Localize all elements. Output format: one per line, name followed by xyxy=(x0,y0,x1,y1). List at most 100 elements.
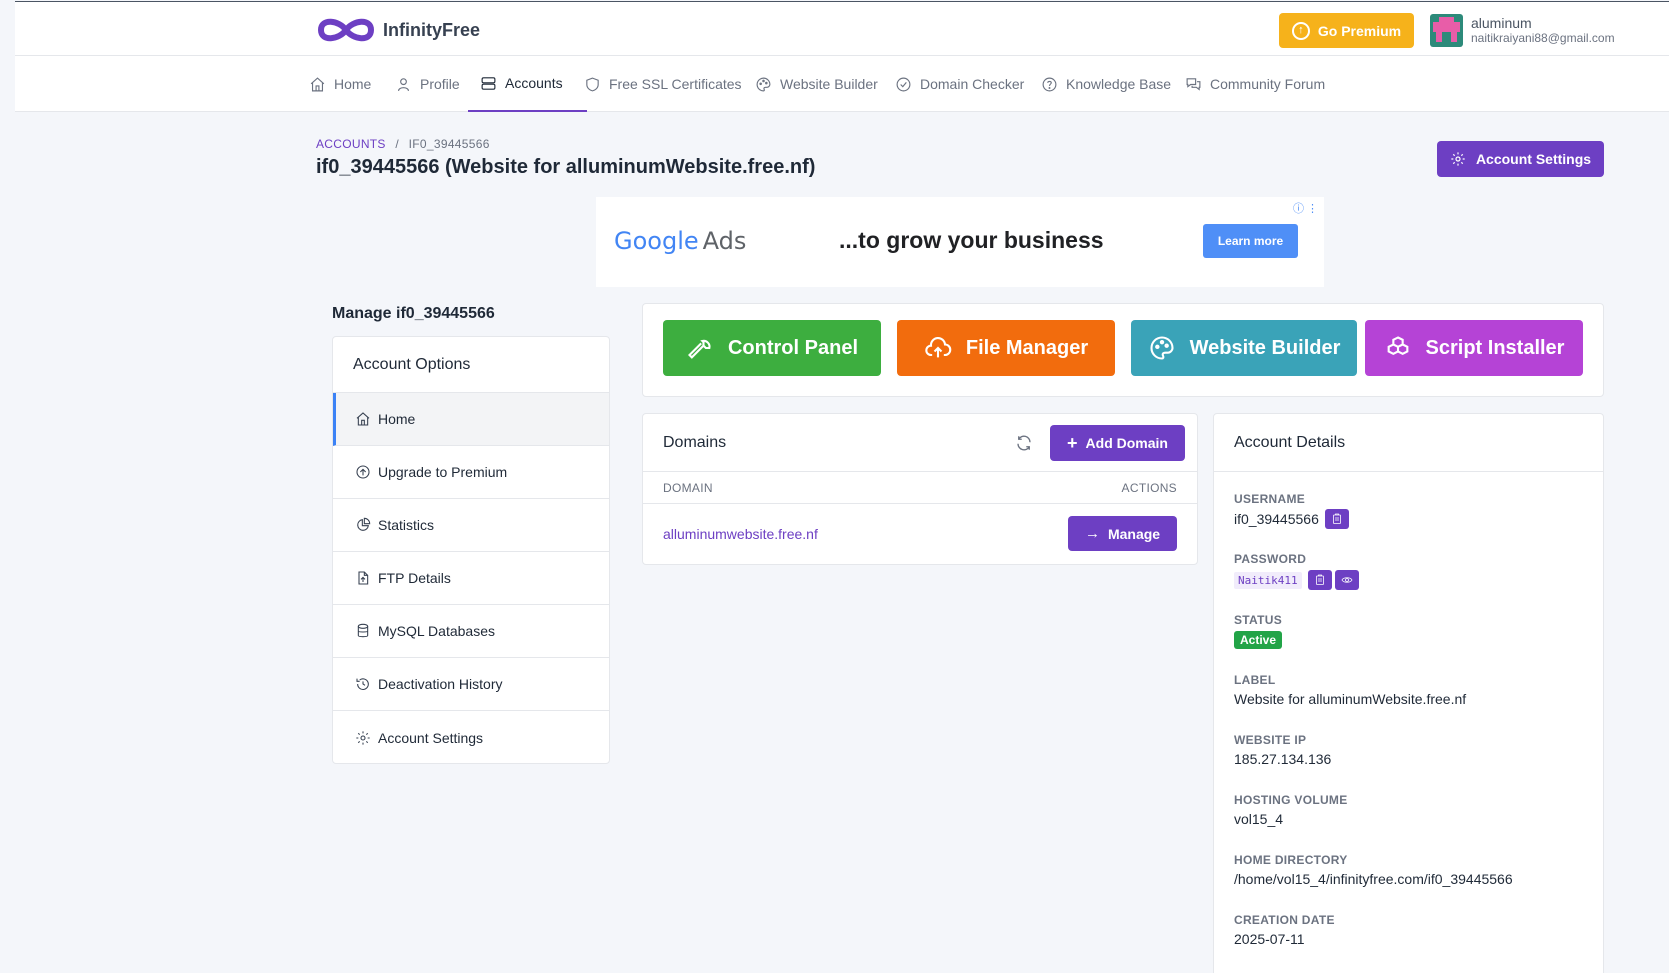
home-directory-label: HOME DIRECTORY xyxy=(1234,853,1348,867)
cubes-icon xyxy=(1387,336,1408,356)
breadcrumb-separator: / xyxy=(395,137,400,151)
account-settings-label: Account Settings xyxy=(1475,151,1592,167)
main-nav: Home Profile Accounts Free SSL Certifica… xyxy=(15,56,1669,112)
username-label: USERNAME xyxy=(1234,492,1306,506)
username-value: if0_39445566 xyxy=(1234,511,1319,527)
status-badge: Active xyxy=(1234,631,1283,649)
sidebar-item-label: MySQL Databases xyxy=(378,623,495,639)
sidebar-item-statistics[interactable]: Statistics xyxy=(333,499,609,552)
sidebar-item-upgrade[interactable]: Upgrade to Premium xyxy=(333,446,609,499)
ad-info-icon[interactable]: ⓘ ⋮ xyxy=(1293,200,1318,216)
script-installer-button[interactable]: Script Installer xyxy=(1365,320,1583,376)
sidebar-item-home[interactable]: Home xyxy=(333,393,609,446)
add-domain-label: Add Domain xyxy=(1085,435,1168,451)
nav-domain-checker[interactable]: Domain Checker xyxy=(895,56,1024,112)
go-premium-button[interactable]: ↑ Go Premium xyxy=(1279,13,1414,48)
nav-profile[interactable]: Profile xyxy=(395,56,460,112)
refresh-icon[interactable] xyxy=(1015,434,1033,452)
nav-domain-checker-label: Domain Checker xyxy=(920,76,1025,92)
gear-icon xyxy=(356,730,370,745)
sidebar-item-label: Upgrade to Premium xyxy=(378,464,508,480)
breadcrumb-accounts-link[interactable]: ACCOUNTS xyxy=(316,137,386,151)
gear-icon xyxy=(1451,152,1465,166)
user-name: aluminum xyxy=(1471,14,1532,31)
check-circle-icon xyxy=(896,77,911,91)
home-icon xyxy=(310,76,325,91)
brand-logo[interactable]: InfinityFree xyxy=(315,15,480,45)
show-password-button[interactable] xyxy=(1334,570,1359,590)
sidebar-item-label: Deactivation History xyxy=(378,676,503,692)
control-panel-label: Control Panel xyxy=(727,336,858,359)
infinity-logo-icon xyxy=(317,18,375,42)
arrow-up-circle-icon: ↑ xyxy=(1291,21,1310,40)
user-email: naitikraiyani88@gmail.com xyxy=(1471,30,1615,45)
nav-community-forum-label: Community Forum xyxy=(1210,76,1326,92)
nav-ssl-label: Free SSL Certificates xyxy=(609,76,742,92)
clipboard-icon xyxy=(1332,513,1341,524)
quick-tools-panel: Control Panel File Manager Website Build… xyxy=(642,303,1604,397)
home-directory-value: /home/vol15_4/infinityfree.com/if0_39445… xyxy=(1234,871,1513,887)
domains-title: Domains xyxy=(663,434,727,451)
domain-link[interactable]: alluminumwebsite.free.nf xyxy=(663,526,818,542)
status-value-row: Active xyxy=(1234,631,1283,649)
password-value: Naitik411 xyxy=(1234,571,1302,589)
column-domain: DOMAIN xyxy=(663,481,713,495)
script-installer-label: Script Installer xyxy=(1425,336,1565,359)
nav-community-forum[interactable]: Community Forum xyxy=(1185,56,1325,112)
wrench-icon xyxy=(687,339,711,359)
website-builder-label: Website Builder xyxy=(1189,336,1341,359)
google-ads-logo: Google Ads xyxy=(614,227,746,255)
sidebar-item-ftp[interactable]: FTP Details xyxy=(333,552,609,605)
palette-icon xyxy=(1150,336,1174,360)
control-panel-button[interactable]: Control Panel xyxy=(663,320,881,376)
file-manager-label: File Manager xyxy=(965,336,1089,359)
add-domain-button[interactable]: + Add Domain xyxy=(1050,425,1185,461)
column-actions: ACTIONS xyxy=(1121,481,1177,495)
palette-icon xyxy=(756,77,771,91)
google-ad-banner[interactable]: Google Ads ...to grow your business Learn… xyxy=(596,197,1324,287)
manage-label: Manage xyxy=(1107,525,1161,542)
user-menu[interactable]: aluminum naitikraiyani88@gmail.com xyxy=(1430,14,1615,47)
copy-password-button[interactable] xyxy=(1307,570,1332,590)
password-label: PASSWORD xyxy=(1234,552,1307,566)
nav-ssl[interactable]: Free SSL Certificates xyxy=(584,56,742,112)
sidebar-item-label: Statistics xyxy=(378,517,435,533)
nav-website-builder[interactable]: Website Builder xyxy=(755,56,878,112)
label-label: LABEL xyxy=(1234,673,1276,687)
ads-wordmark: Ads xyxy=(702,227,747,255)
upgrade-icon xyxy=(356,465,370,479)
account-details-panel: Account Details USERNAME if0_39445566 PA… xyxy=(1213,413,1604,973)
nav-accounts[interactable]: Accounts xyxy=(468,56,587,112)
nav-knowledge-base-label: Knowledge Base xyxy=(1066,76,1172,92)
manage-title: Manage if0_39445566 xyxy=(332,305,495,322)
nav-knowledge-base[interactable]: Knowledge Base xyxy=(1041,56,1171,112)
avatar xyxy=(1430,14,1463,47)
user-icon xyxy=(397,77,410,91)
arrow-right-icon: → xyxy=(1084,525,1100,542)
brand-name: InfinityFree xyxy=(383,19,481,40)
creation-date-label: CREATION DATE xyxy=(1234,913,1335,927)
sidebar-item-deactivation-history[interactable]: Deactivation History xyxy=(333,658,609,711)
clipboard-icon xyxy=(1315,574,1324,585)
sidebar-heading: Account Options xyxy=(333,337,609,393)
breadcrumb-current: IF0_39445566 xyxy=(408,137,490,151)
page-title: if0_39445566 (Website for alluminumWebsi… xyxy=(316,156,816,178)
account-options-sidebar: Account Options Home Upgrade to Premium … xyxy=(332,336,610,764)
website-builder-button[interactable]: Website Builder xyxy=(1131,320,1357,376)
domains-panel: Domains + Add Domain DOMAIN ACTIONS allu… xyxy=(642,413,1198,565)
copy-username-button[interactable] xyxy=(1324,509,1349,529)
manage-domain-button[interactable]: → Manage xyxy=(1068,516,1177,551)
sidebar-item-mysql[interactable]: MySQL Databases xyxy=(333,605,609,658)
help-circle-icon xyxy=(1042,77,1057,91)
cloud-upload-icon xyxy=(925,337,952,358)
label-value: Website for alluminumWebsite.free.nf xyxy=(1234,691,1467,707)
sidebar-item-account-settings[interactable]: Account Settings xyxy=(333,711,609,763)
hosting-volume-value: vol15_4 xyxy=(1234,811,1284,827)
nav-home-label: Home xyxy=(334,76,372,92)
nav-home[interactable]: Home xyxy=(309,56,371,112)
account-settings-button[interactable]: Account Settings xyxy=(1437,141,1604,177)
username-value-row: if0_39445566 xyxy=(1234,509,1349,529)
file-manager-button[interactable]: File Manager xyxy=(897,320,1115,376)
pie-chart-icon xyxy=(357,517,371,531)
ad-learn-more-button[interactable]: Learn more xyxy=(1203,224,1298,258)
